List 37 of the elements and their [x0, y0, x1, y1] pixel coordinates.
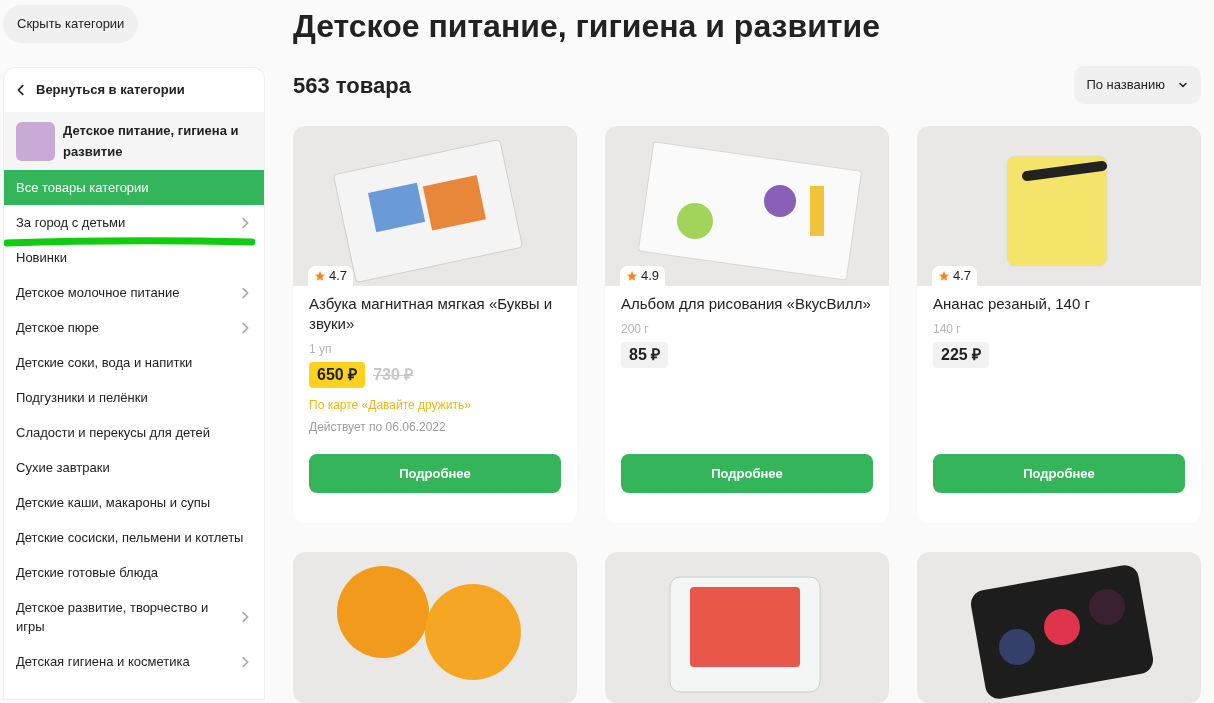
category-item[interactable]: Сухие завтраки — [4, 450, 264, 485]
category-thumbnail — [16, 121, 55, 161]
price-tag: 650 ₽ — [309, 362, 366, 388]
validity-text: Действует по 06.06.2022 — [309, 419, 447, 436]
category-item[interactable]: Детские соки, вода и напитки — [4, 345, 264, 380]
category-item[interactable]: Детские сосиски, пельмени и котлеты — [4, 520, 264, 555]
back-link[interactable]: Вернуться в категории — [4, 68, 264, 112]
category-item[interactable]: Детское развитие, творчество и игры — [4, 590, 264, 644]
product-amount: 140 г — [933, 321, 962, 338]
category-item[interactable]: Детская гигиена и косметика — [4, 644, 264, 679]
price-tag: 85 ₽ — [621, 342, 669, 368]
star-icon — [938, 270, 950, 282]
page-title: Детское питание, гигиена и развитие — [293, 7, 881, 46]
rating-value: 4.9 — [641, 267, 660, 286]
product-amount: 200 г — [621, 321, 650, 338]
star-icon — [314, 270, 326, 282]
product-name: Альбом для рисования «ВкусВилл» — [621, 294, 872, 314]
category-item[interactable]: Детские каши, макароны и супы — [4, 485, 264, 520]
category-item[interactable]: Новинки — [4, 240, 264, 275]
product-name: Ананас резаный, 140 г — [933, 294, 1091, 314]
product-count: 563 товара — [293, 71, 411, 100]
category-item[interactable]: Детское молочное питание — [4, 275, 264, 310]
category-item[interactable]: Подгузники и пелёнки — [4, 380, 264, 415]
product-name: Азбука магнитная мягкая «Буквы и звуки» — [309, 294, 554, 334]
category-item[interactable]: Сладости и перекусы для детей — [4, 415, 264, 450]
category-title: Детское питание, гигиена и развитие — [63, 122, 240, 161]
category-item[interactable]: За город с детьми — [4, 205, 264, 240]
rating-value: 4.7 — [953, 267, 972, 286]
price-tag: 225 ₽ — [933, 342, 990, 368]
category-item[interactable]: Детские готовые блюда — [4, 555, 264, 590]
promo-text: По карте «Давайте дружить» — [309, 397, 472, 414]
rating-value: 4.7 — [329, 267, 348, 286]
category-item[interactable]: Детское пюре — [4, 310, 264, 345]
sort-dropdown[interactable]: По названию — [1074, 66, 1201, 104]
product-amount: 1 уп — [309, 341, 333, 358]
star-icon — [626, 270, 638, 282]
hide-categories-button[interactable]: Скрыть категории — [3, 5, 139, 43]
